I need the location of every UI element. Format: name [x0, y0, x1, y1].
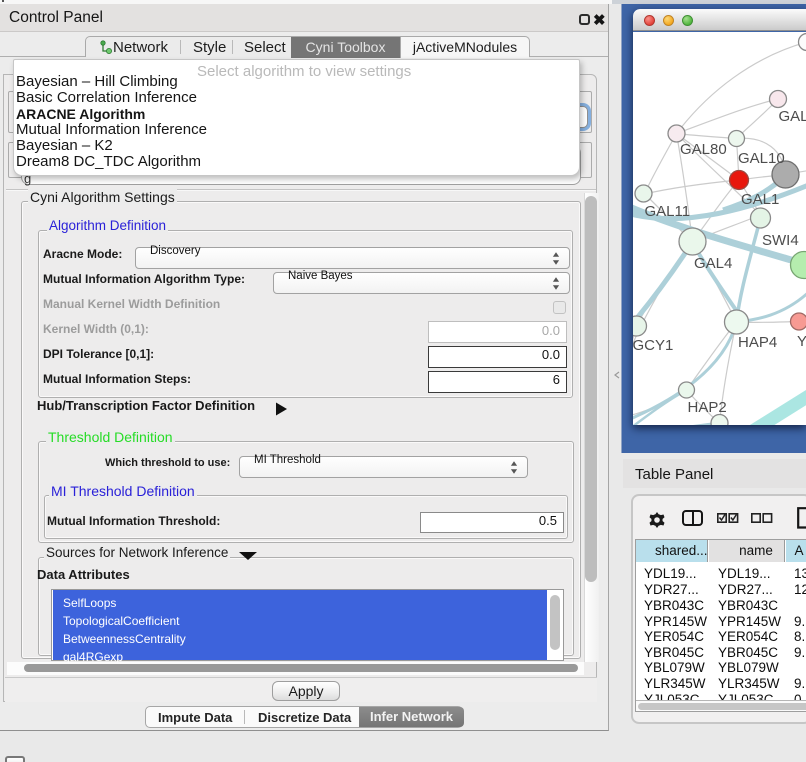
svg-text:SWI4: SWI4: [762, 232, 799, 249]
svg-text:Y: Y: [797, 333, 806, 350]
svg-text:GAL80: GAL80: [680, 141, 727, 158]
svg-text:HAP2: HAP2: [688, 399, 727, 416]
svg-text:GAL11: GAL11: [645, 203, 691, 220]
svg-text:GAL4: GAL4: [694, 255, 732, 272]
svg-text:GAL7: GAL7: [779, 108, 806, 125]
svg-text:GAL10: GAL10: [738, 150, 785, 167]
svg-text:HAP4: HAP4: [738, 334, 777, 351]
svg-text:GAL1: GAL1: [741, 191, 779, 208]
svg-text:GCY1: GCY1: [633, 337, 673, 354]
